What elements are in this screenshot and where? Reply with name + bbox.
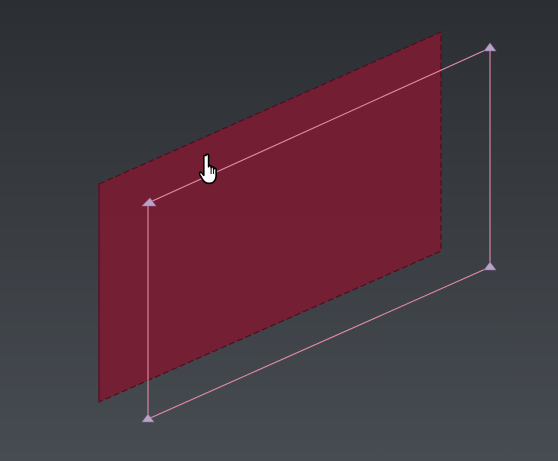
plane-surface[interactable] <box>98 31 442 403</box>
3d-viewport[interactable] <box>0 0 558 461</box>
corner-handle-bottom-right[interactable] <box>483 261 497 271</box>
scene-canvas[interactable] <box>0 0 558 461</box>
corner-handle-top-right[interactable] <box>483 42 497 52</box>
corner-handle-bottom-left[interactable] <box>141 413 155 423</box>
